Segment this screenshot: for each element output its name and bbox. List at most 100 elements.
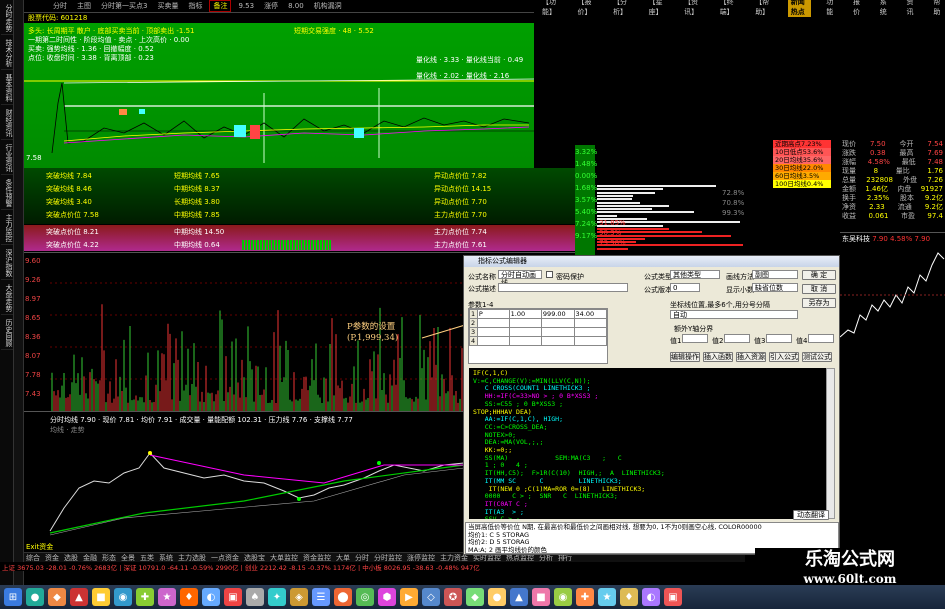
param-row[interactable]: 1 P 1.00 999.00 34.00 <box>469 309 608 319</box>
sidebar-tab[interactable]: 大盘走势 <box>1 282 13 315</box>
chart-menu-item[interactable]: 9.53 <box>235 2 257 10</box>
bottom-tab[interactable]: 金融 <box>83 553 97 562</box>
main-menu-item[interactable]: 【帮助】 <box>752 0 776 17</box>
bottom-tab[interactable]: 大单监控 <box>270 553 298 562</box>
formula-code-editor[interactable]: IF(C,1,C) V:=C,CHANGE(V):=MIN(LLV(C,N)); … <box>469 368 826 519</box>
sidebar-tab[interactable]: 历史回顾 <box>1 317 13 350</box>
param-cell[interactable] <box>540 327 575 337</box>
taskbar-app-icon[interactable]: ☰ <box>312 588 330 606</box>
param-cell[interactable]: 34.00 <box>573 309 608 319</box>
indicator-pane-ma[interactable]: 突破均线 7.84 短期均线 7.65 异动点价位 7.82 突破均线 8.46 中期均… <box>24 168 575 224</box>
chart-menu-item[interactable]: 指标 <box>185 1 205 11</box>
main-menu-item[interactable]: 【星座】 <box>646 0 670 17</box>
chart-menu-item[interactable]: 分时第一买点3 <box>98 1 150 11</box>
sidebar-tab[interactable]: 条件预警 <box>1 177 13 210</box>
bottom-tab[interactable]: 资金 <box>45 553 59 562</box>
bottom-tab[interactable]: 选股 <box>64 553 78 562</box>
taskbar-app-icon[interactable]: ★ <box>158 588 176 606</box>
main-menu-item[interactable]: 【分析】 <box>610 0 634 17</box>
name-input[interactable]: 分时自动画线 <box>498 270 542 287</box>
sidebar-tab[interactable]: 基本资料 <box>1 72 13 105</box>
ext-value-input[interactable] <box>808 334 834 343</box>
save-as-button[interactable]: 另存为 <box>802 298 836 308</box>
param-row[interactable]: 3 <box>469 327 608 337</box>
param-cell[interactable]: 999.00 <box>540 309 575 319</box>
param-row[interactable]: 4 <box>469 336 608 346</box>
bottom-tab[interactable]: 一点资金 <box>211 553 239 562</box>
decimal-select[interactable]: 缺省位数 <box>752 283 798 292</box>
chart-menu-item[interactable]: 8.00 <box>285 2 307 10</box>
cancel-button[interactable]: 取 消 <box>802 284 836 294</box>
param-cell[interactable] <box>540 336 575 346</box>
code-scrollbar[interactable] <box>826 368 835 519</box>
draw-select[interactable]: 副图 <box>752 270 798 279</box>
bottom-tab[interactable]: 全景 <box>121 553 135 562</box>
bottom-tab[interactable]: 资金监控 <box>303 553 331 562</box>
param-cell[interactable] <box>573 336 608 346</box>
version-input[interactable]: 0 <box>670 283 700 292</box>
bottom-tab[interactable]: 主力选股 <box>178 553 206 562</box>
password-checkbox[interactable] <box>546 271 553 278</box>
taskbar-app-icon[interactable]: ◇ <box>422 588 440 606</box>
taskbar-app-icon[interactable]: ✚ <box>136 588 154 606</box>
sidebar-tab[interactable]: 行业资讯 <box>1 142 13 175</box>
param-row[interactable]: 2 <box>469 318 608 328</box>
main-menu-item-2[interactable]: 功能 <box>823 0 838 17</box>
main-menu-item[interactable]: 【终端】 <box>717 0 741 17</box>
dialog-button[interactable]: 编辑操作 <box>670 352 700 362</box>
dialog-button[interactable]: 插入函数 <box>703 352 733 362</box>
bottom-tab[interactable]: 五类 <box>140 553 154 562</box>
main-menu-item[interactable]: 【报价】 <box>575 0 599 17</box>
sidebar-tab[interactable]: 技术分析 <box>1 37 13 70</box>
chart-menu-item[interactable]: 机构漏洞 <box>311 1 345 11</box>
taskbar-app-icon[interactable]: ✪ <box>444 588 462 606</box>
coord-input[interactable]: 自动 <box>670 310 798 319</box>
taskbar-app-icon[interactable]: ▲ <box>70 588 88 606</box>
taskbar-app-icon[interactable]: ▲ <box>510 588 528 606</box>
ext-values[interactable]: 值1 值2 值3 值4 <box>670 334 836 346</box>
taskbar-app-icon[interactable]: ✚ <box>576 588 594 606</box>
main-menu-item[interactable]: 【资讯】 <box>681 0 705 17</box>
param-cell[interactable] <box>573 318 608 328</box>
taskbar-app-icon[interactable]: ♠ <box>246 588 264 606</box>
ext-value-input[interactable] <box>766 334 792 343</box>
param-cell[interactable] <box>476 327 510 337</box>
param-cell[interactable] <box>508 327 542 337</box>
taskbar-app-icon[interactable]: ◉ <box>114 588 132 606</box>
taskbar-app-icon[interactable]: ◐ <box>202 588 220 606</box>
taskbar-app-icon[interactable]: ◐ <box>642 588 660 606</box>
main-menu-item-2[interactable]: 帮助 <box>930 0 945 17</box>
param-cell[interactable] <box>508 318 542 328</box>
function-tab[interactable]: Exit资金 <box>26 542 53 552</box>
bottom-tab[interactable]: 分时 <box>355 553 369 562</box>
bottom-tab[interactable]: 涨停监控 <box>407 553 435 562</box>
dialog-button[interactable]: 引入公式 <box>769 352 799 362</box>
main-menu-item-2[interactable]: 资讯 <box>904 0 919 17</box>
bottom-tab[interactable]: 系统 <box>159 553 173 562</box>
desc-input[interactable] <box>498 283 628 292</box>
taskbar-app-icon[interactable]: ♦ <box>620 588 638 606</box>
bottom-tab[interactable]: 分时监控 <box>374 553 402 562</box>
taskbar-app-icon[interactable]: ▶ <box>400 588 418 606</box>
taskbar-app-icon[interactable]: ● <box>26 588 44 606</box>
trend-line-pane[interactable]: 分时均线 7.90 · 现价 7.81 · 均价 7.91 · 成交量 · 量能… <box>24 413 464 541</box>
taskbar-app-icon[interactable]: ● <box>488 588 506 606</box>
bottom-tab[interactable]: 大单 <box>336 553 350 562</box>
param-cell[interactable]: 1.00 <box>508 309 542 319</box>
sidebar-tab[interactable]: 深沪指数 <box>1 247 13 280</box>
chart-menu-item[interactable]: 买卖量 <box>154 1 181 11</box>
taskbar-app-icon[interactable]: ■ <box>92 588 110 606</box>
bottom-tab[interactable]: 形态 <box>102 553 116 562</box>
taskbar-app-icon[interactable]: ★ <box>598 588 616 606</box>
taskbar-app-icon[interactable]: ▣ <box>224 588 242 606</box>
param-cell[interactable] <box>540 318 575 328</box>
param-cell[interactable]: P <box>476 309 510 319</box>
taskbar-app-icon[interactable]: ◎ <box>356 588 374 606</box>
sidebar-tab[interactable]: 财经资讯 <box>1 107 13 140</box>
taskbar-app-icon[interactable]: ⬢ <box>378 588 396 606</box>
param-cell[interactable] <box>476 318 510 328</box>
taskbar-app-icon[interactable]: ◆ <box>466 588 484 606</box>
chart-menu-item[interactable]: 分时 <box>50 1 70 11</box>
main-menu-item-2[interactable]: 系统 <box>877 0 892 17</box>
ok-button[interactable]: 确 定 <box>802 270 836 280</box>
